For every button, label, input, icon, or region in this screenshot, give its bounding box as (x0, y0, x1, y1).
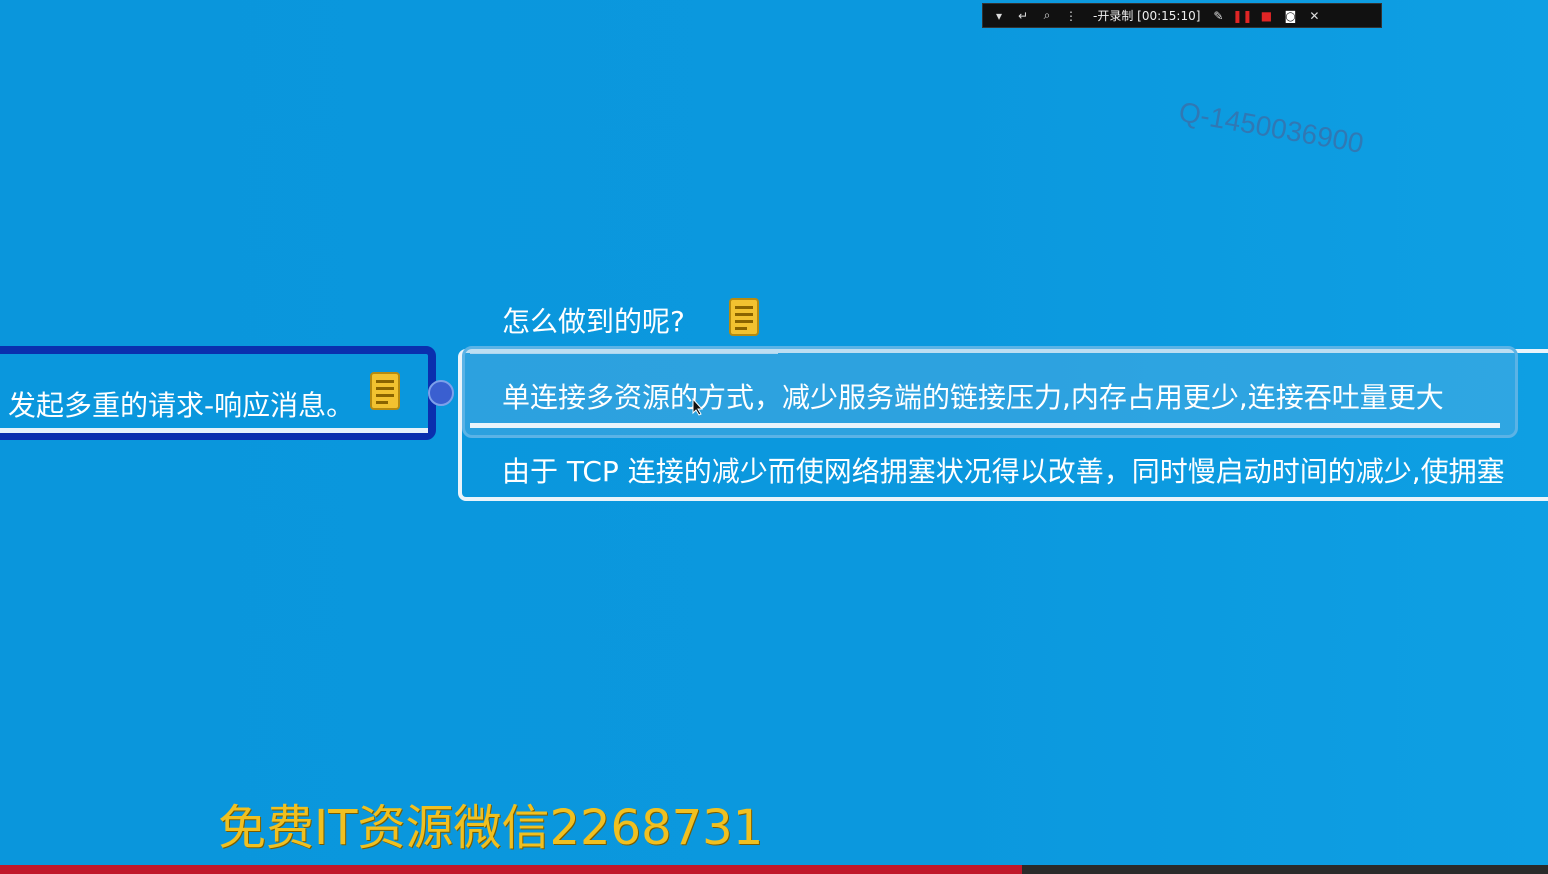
return-icon[interactable]: ↵ (1013, 6, 1033, 26)
question-topic[interactable]: 怎么做到的呢? (502, 300, 685, 340)
video-progress-bar[interactable] (0, 865, 1548, 874)
answer-topic[interactable]: 单连接多资源的方式，减少服务端的链接压力,内存占用更少,连接吞吐量更大 (502, 376, 1444, 416)
topic-text: 发起多重的请求-响应消息。 (8, 389, 355, 422)
screen-recorder-toolbar: ▾ ↵ ⌕ ⋮ -开录制 [00:15:10] ✎ ❚❚ ■ ◙ ✕ (982, 3, 1382, 28)
topic-branch-line (0, 428, 428, 433)
pen-icon[interactable]: ✎ (1208, 6, 1228, 26)
collapse-toggle[interactable] (428, 380, 454, 406)
pause-icon[interactable]: ❚❚ (1232, 6, 1252, 26)
promo-caption: 免费IT资源微信2268731 (218, 800, 764, 856)
note-icon[interactable] (370, 372, 400, 410)
mindmap-canvas: ▾ ↵ ⌕ ⋮ -开录制 [00:15:10] ✎ ❚❚ ■ ◙ ✕ Q-145… (0, 0, 1548, 874)
stop-icon[interactable]: ■ (1256, 6, 1276, 26)
camera-icon[interactable]: ◙ (1280, 6, 1300, 26)
note-icon[interactable] (729, 298, 759, 336)
zoom-icon[interactable]: ⌕ (1037, 6, 1057, 26)
video-progress-fill (0, 865, 1022, 874)
answer-topic[interactable]: 由于 TCP 连接的减少而使网络拥塞状况得以改善，同时慢启动时间的减少,使拥塞 (502, 450, 1505, 490)
recording-status: -开录制 [00:15:10] (1093, 9, 1201, 23)
answer-branch-line (470, 423, 1500, 428)
dropdown-icon[interactable]: ▾ (989, 6, 1009, 26)
close-icon[interactable]: ✕ (1304, 6, 1324, 26)
watermark: Q-1450036900 (1176, 96, 1366, 159)
dots-icon[interactable]: ⋮ (1061, 6, 1081, 26)
mouse-cursor-icon (692, 398, 704, 416)
